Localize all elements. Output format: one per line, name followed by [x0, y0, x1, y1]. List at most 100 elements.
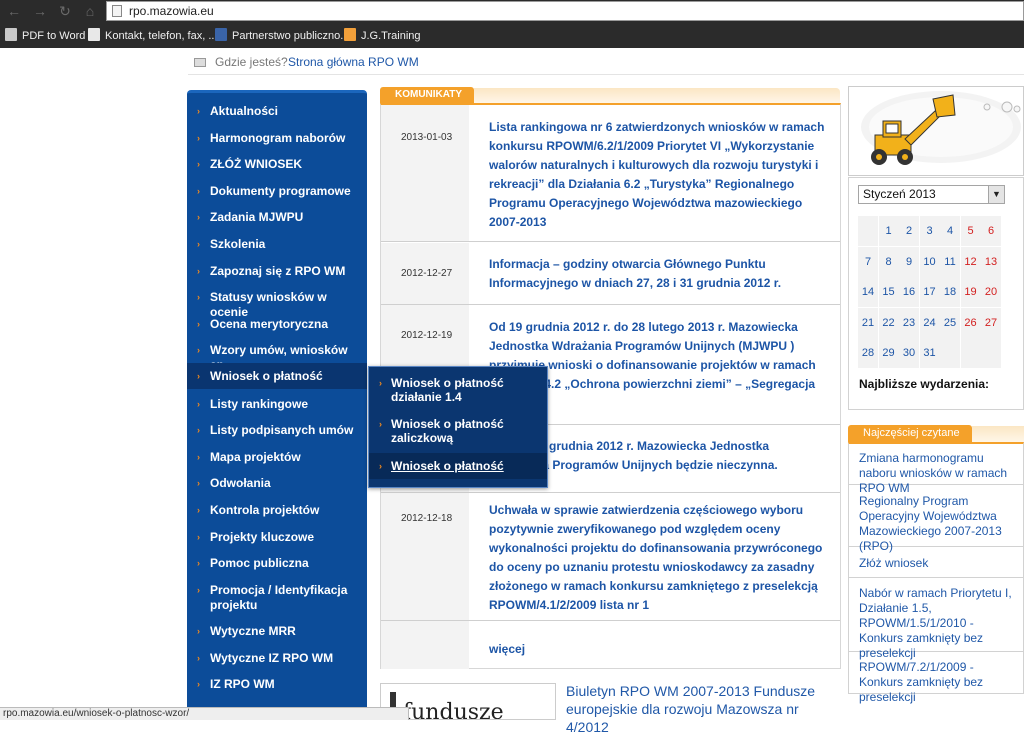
calendar-day[interactable]: 26: [960, 307, 981, 338]
calendar-day[interactable]: 4: [940, 216, 960, 246]
news-link[interactable]: Uchwała w sprawie zatwierdzenia częściow…: [489, 501, 831, 615]
browser-chrome: ← → ↻ ⌂ rpo.mazowia.eu PDF to Word Konta…: [0, 0, 1024, 48]
calendar-day[interactable]: 21: [858, 307, 878, 338]
calendar-day[interactable]: 10: [919, 246, 940, 277]
sidebar-item-projekty-kluczowe[interactable]: › Projekty kluczowe: [187, 530, 367, 545]
calendar-day[interactable]: 25: [940, 307, 960, 338]
arrow-icon: ›: [197, 478, 200, 488]
pdf-icon: [5, 28, 17, 41]
calendar-day[interactable]: 17: [919, 277, 940, 307]
popular-item[interactable]: Złóż wniosek: [849, 547, 1023, 578]
sidebar-item-zloz-wniosek[interactable]: › ZŁÓŻ WNIOSEK: [187, 157, 367, 172]
more-link[interactable]: więcej: [489, 640, 831, 659]
calendar-day[interactable]: 11: [940, 246, 960, 277]
submenu-wniosek-o-platnosc: › Wniosek o płatność działanie 1.4 › Wnios…: [368, 366, 548, 488]
sidebar-item-pomoc[interactable]: › Pomoc publiczna: [187, 556, 367, 571]
news-row: 2012-12-27 Informacja – godziny otwarcia…: [381, 243, 840, 305]
month-select[interactable]: Styczeń 2013 ▼: [858, 185, 1005, 204]
calendar-day[interactable]: 23: [899, 307, 919, 338]
page-icon: [112, 5, 122, 17]
sidebar-item-label: Wytyczne IZ RPO WM: [210, 651, 334, 665]
calendar-day[interactable]: 18: [940, 277, 960, 307]
sidebar-item-zapoznaj[interactable]: › Zapoznaj się z RPO WM: [187, 264, 367, 279]
sidebar-item-listy-rankingowe[interactable]: › Listy rankingowe: [187, 397, 367, 412]
sidebar-item-szkolenia[interactable]: › Szkolenia: [187, 237, 367, 252]
sidebar-item-zadania[interactable]: › Zadania MJWPU: [187, 210, 367, 225]
sidebar-item-statusy[interactable]: › Statusy wniosków w ocenie: [187, 290, 367, 320]
arrow-icon: ›: [197, 319, 200, 329]
calendar-day[interactable]: 24: [919, 307, 940, 338]
calendar-day[interactable]: 3: [919, 216, 940, 246]
calendar-day[interactable]: 15: [878, 277, 899, 307]
bookmark-kontakt[interactable]: Kontakt, telefon, fax, ...: [88, 27, 218, 45]
popular-item[interactable]: Zmiana harmonogramu naboru wniosków w ra…: [849, 444, 1023, 495]
sidebar-item-wytyczne-mrr[interactable]: › Wytyczne MRR: [187, 624, 367, 639]
calendar-day[interactable]: 7: [858, 246, 878, 277]
month-select-value: Styczeń 2013: [863, 187, 936, 201]
calendar-day[interactable]: 31: [919, 338, 940, 368]
calendar-day[interactable]: 12: [960, 246, 981, 277]
news-link[interactable]: Informacja – godziny otwarcia Głównego P…: [489, 255, 831, 293]
calendar-day[interactable]: 13: [981, 246, 1001, 277]
submenu-item-zaliczkowa[interactable]: › Wniosek o płatność zaliczkową: [369, 417, 547, 445]
submenu-item-dzialanie-1-4[interactable]: › Wniosek o płatność działanie 1.4: [369, 376, 547, 404]
sidebar-item-mapa[interactable]: › Mapa projektów: [187, 450, 367, 465]
news-link[interactable]: Lista rankingowa nr 6 zatwierdzonych wni…: [489, 118, 831, 232]
arrow-icon: ›: [197, 626, 200, 636]
calendar: Styczeń 2013 ▼ 1 2 3 4 5 6 7 8 9 10 11 12 13 14 15 16 17…: [848, 177, 1024, 410]
news-date: 2012-12-18: [401, 513, 453, 524]
bookmark-pdf-to-word[interactable]: PDF to Word: [5, 27, 85, 45]
calendar-day[interactable]: 19: [960, 277, 981, 307]
sidebar-item-dokumenty[interactable]: › Dokumenty programowe: [187, 184, 367, 199]
calendar-day[interactable]: 2: [899, 216, 919, 246]
home-icon[interactable]: ⌂: [82, 3, 98, 19]
popular-item[interactable]: Regionalny Program Operacyjny Województw…: [849, 485, 1023, 553]
calendar-day[interactable]: 9: [899, 246, 919, 277]
popular-item[interactable]: RPOWM/7.2/1/2009 - Konkurs zamknięty bez…: [849, 652, 1023, 704]
chevron-down-icon[interactable]: ▼: [988, 186, 1004, 203]
sidebar-item-kontrola[interactable]: › Kontrola projektów: [187, 503, 367, 518]
sidebar-item-label: Zapoznaj się z RPO WM: [210, 264, 346, 278]
calendar-day[interactable]: 14: [858, 277, 878, 307]
sidebar-item-ocena[interactable]: › Ocena merytoryczna: [187, 317, 367, 332]
calendar-day[interactable]: 27: [981, 307, 1001, 338]
calendar-day[interactable]: 16: [899, 277, 919, 307]
submenu-item-label: Wniosek o płatność: [391, 459, 504, 473]
calendar-day[interactable]: 1: [878, 216, 899, 246]
back-icon[interactable]: ←: [6, 3, 22, 19]
arrow-icon: ›: [197, 186, 200, 196]
bulletin-link[interactable]: Biuletyn RPO WM 2007-2013 Fundusze europ…: [566, 682, 838, 736]
arrow-icon: ›: [197, 239, 200, 249]
bookmark-partnerstwo[interactable]: Partnerstwo publiczno...: [215, 27, 349, 45]
sidebar-item-harmonogram[interactable]: › Harmonogram naborów: [187, 131, 367, 146]
calendar-day[interactable]: 20: [981, 277, 1001, 307]
submenu-item-wniosek-o-platnosc[interactable]: › Wniosek o płatność: [369, 453, 547, 479]
arrow-icon: ›: [197, 653, 200, 663]
calendar-day[interactable]: 22: [878, 307, 899, 338]
address-bar[interactable]: rpo.mazowia.eu: [106, 1, 1024, 21]
sidebar-item-wniosek-o-platnosc[interactable]: › Wniosek o płatność: [187, 363, 367, 389]
sidebar-item-aktualnosci[interactable]: › Aktualności: [187, 104, 367, 119]
sidebar-item-iz-rpo[interactable]: › IZ RPO WM: [187, 677, 367, 692]
forward-icon[interactable]: →: [32, 3, 48, 19]
calendar-day[interactable]: 28: [858, 338, 878, 368]
sidebar-item-odwolania[interactable]: › Odwołania: [187, 476, 367, 491]
calendar-day[interactable]: 6: [981, 216, 1001, 246]
news-row: 2013-01-03 Lista rankingowa nr 6 zatwier…: [381, 105, 840, 242]
excavator-banner[interactable]: [848, 86, 1024, 176]
calendar-day[interactable]: 5: [960, 216, 981, 246]
arrow-icon: ›: [197, 345, 200, 355]
sidebar-item-label: Wytyczne MRR: [210, 624, 296, 638]
calendar-day[interactable]: 30: [899, 338, 919, 368]
calendar-day[interactable]: 8: [878, 246, 899, 277]
breadcrumb-home-link[interactable]: Strona główna RPO WM: [288, 51, 419, 73]
sidebar-item-wytyczne-iz[interactable]: › Wytyczne IZ RPO WM: [187, 651, 367, 666]
reload-icon[interactable]: ↻: [57, 3, 73, 19]
calendar-day[interactable]: 29: [878, 338, 899, 368]
sidebar-item-listy-umow[interactable]: › Listy podpisanych umów: [187, 423, 367, 438]
sidebar-item-promocja[interactable]: › Promocja / Identyfikacja projektu: [187, 583, 357, 613]
calendar-empty-cell: [940, 338, 960, 368]
calendar-empty-cell: [858, 216, 878, 246]
bookmark-jg-training[interactable]: J.G.Training: [344, 27, 421, 45]
popular-item[interactable]: Nabór w ramach Priorytetu I, Działanie 1…: [849, 578, 1023, 660]
